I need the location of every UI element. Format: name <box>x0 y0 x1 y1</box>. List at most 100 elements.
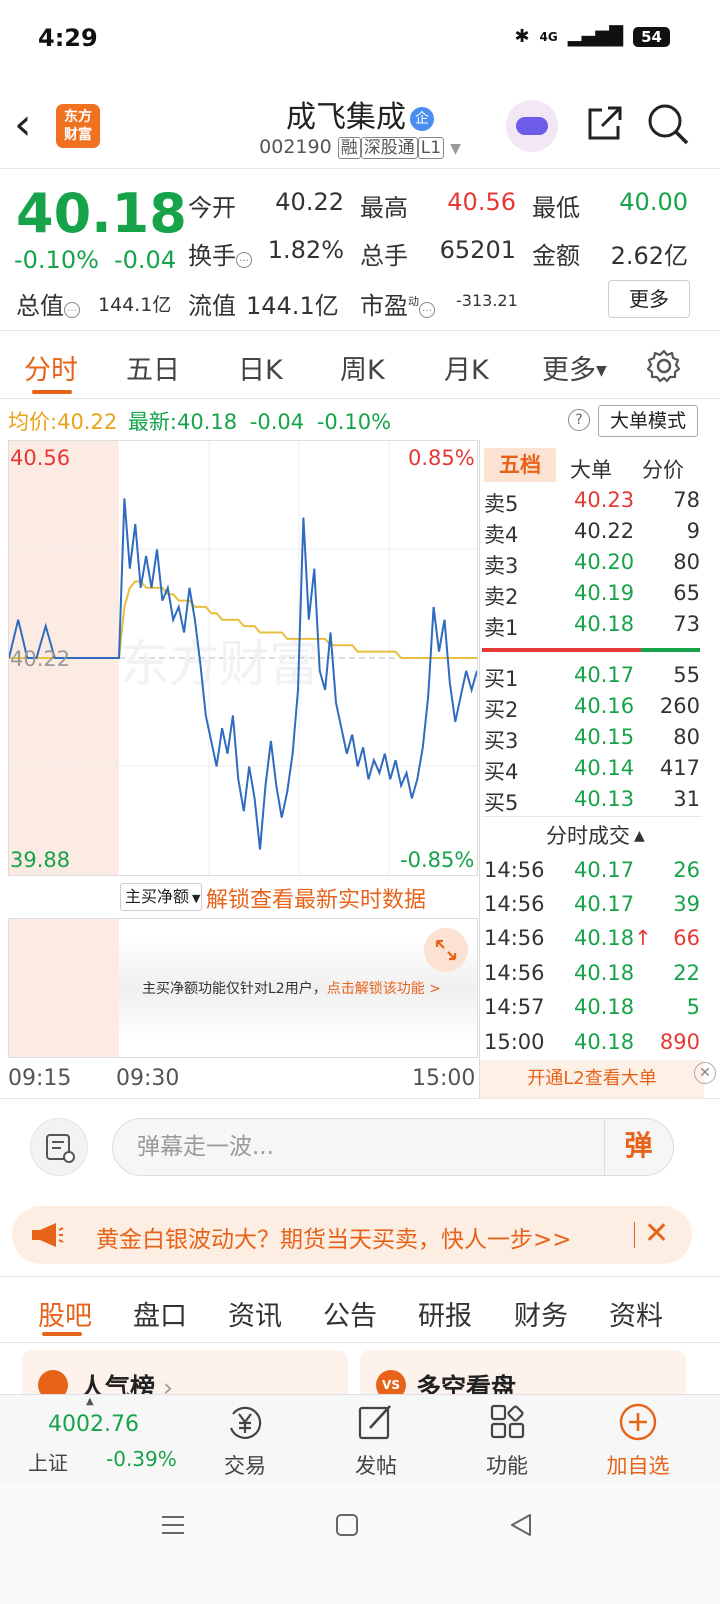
ask-row: 卖3 40.20 80 <box>484 550 700 578</box>
tab-weekly-k[interactable]: 周K <box>340 348 385 387</box>
time-label-end: 15:00 <box>412 1066 476 1091</box>
unlock-link[interactable]: 解锁查看最新实时数据 <box>206 882 426 914</box>
float-label: 流值 <box>188 292 236 320</box>
tab-profile[interactable]: 资料 <box>609 1294 663 1333</box>
tab-forum[interactable]: 股吧 <box>38 1294 92 1333</box>
system-nav-bar <box>0 1482 720 1604</box>
pre-market-band <box>9 919 119 1057</box>
volume-label: 总手 <box>360 242 408 270</box>
divider <box>482 816 702 817</box>
tag-connect: 深股通 <box>360 137 418 159</box>
more-button[interactable]: 更多 <box>608 280 690 318</box>
tag-level: L1 <box>417 137 445 159</box>
caret-up-icon: ▲ <box>86 1396 94 1407</box>
avg-price: 40.22 <box>57 410 118 434</box>
tab-announcements[interactable]: 公告 <box>323 1294 377 1333</box>
pe-label: 市盈动… <box>360 286 435 321</box>
danmu-input[interactable]: 弹幕走一波... <box>112 1118 674 1176</box>
change-percent: -0.10% <box>14 246 99 274</box>
caret-down-icon: ▼ <box>450 141 461 157</box>
tab-intraday[interactable]: 分时 <box>24 348 78 387</box>
divider <box>0 168 720 169</box>
l2-message: 主买净额功能仅针对L2用户，点击解锁该功能 > <box>142 981 441 997</box>
tab-handicap[interactable]: 盘口 <box>133 1294 187 1333</box>
tab-news[interactable]: 资讯 <box>228 1294 282 1333</box>
tab-big-orders[interactable]: 大单 <box>570 454 612 484</box>
y-max-label: 40.56 <box>10 446 71 470</box>
up-arrow-icon: ↑ <box>634 926 652 950</box>
latest-pct: -0.10% <box>316 410 392 434</box>
functions-grid-icon[interactable] <box>488 1402 528 1442</box>
nav-add-watchlist[interactable]: 加自选 <box>588 1450 688 1480</box>
share-icon[interactable] <box>584 104 624 144</box>
home-icon[interactable] <box>334 1512 360 1538</box>
assistant-robot-icon[interactable] <box>506 100 558 152</box>
bluetooth-icon: ✱ <box>514 26 530 47</box>
l2-unlock-link[interactable]: 点击解锁该功能 > <box>327 981 441 997</box>
float-value: 144.1亿 <box>246 292 339 320</box>
danmu-toggle-button[interactable]: 弹 <box>604 1119 672 1175</box>
indicator-select[interactable]: 主买净额 ▼ <box>120 883 202 911</box>
index-value[interactable]: 4002.76 <box>48 1412 139 1437</box>
tab-monthly-k[interactable]: 月K <box>444 348 489 387</box>
back-nav-icon[interactable] <box>508 1512 534 1538</box>
tab-5day[interactable]: 五日 <box>126 348 180 387</box>
pct-max-label: 0.85% <box>408 446 475 470</box>
trades-header[interactable]: 分时成交 ▲ <box>546 820 645 850</box>
megaphone-icon <box>32 1223 64 1247</box>
trade-yen-icon[interactable] <box>225 1402 265 1442</box>
status-icons: ✱ 4G ▂▄▆█ 54 <box>514 26 670 47</box>
index-change[interactable]: -0.39% <box>106 1447 177 1471</box>
l2-upgrade-banner[interactable]: 开通L2查看大单 <box>480 1060 704 1098</box>
tab-more[interactable]: 更多▼ <box>542 348 607 387</box>
change-amount: -0.04 <box>114 246 177 274</box>
menu-icon[interactable] <box>160 1512 186 1538</box>
bull-bear-card[interactable] <box>360 1350 686 1396</box>
intraday-chart-svg: 东方财富 <box>9 441 477 875</box>
popularity-card[interactable] <box>22 1350 348 1396</box>
index-name[interactable]: 上证 <box>28 1447 68 1476</box>
close-icon[interactable]: ✕ <box>694 1062 716 1084</box>
bid-row: 买3 40.15 80 <box>484 725 700 753</box>
close-icon[interactable]: ✕ <box>644 1218 669 1250</box>
enterprise-badge: 企 <box>410 107 434 131</box>
danmu-settings-icon[interactable] <box>30 1118 88 1176</box>
divider <box>0 1276 720 1277</box>
intraday-chart[interactable]: 东方财富 <box>8 440 478 876</box>
tab-underline <box>42 1332 82 1336</box>
info-dots-icon[interactable]: … <box>236 252 252 268</box>
tab-research[interactable]: 研报 <box>418 1294 472 1333</box>
divider <box>479 440 480 1098</box>
tab-finance[interactable]: 财务 <box>514 1294 568 1333</box>
turnover-value: 1.82% <box>267 236 344 264</box>
add-watchlist-icon[interactable] <box>618 1402 658 1442</box>
mktcap-label: 总值… <box>16 286 80 321</box>
settings-gear-icon[interactable] <box>646 348 682 384</box>
ask-row: 卖2 40.19 65 <box>484 581 700 609</box>
tab-daily-k[interactable]: 日K <box>238 348 283 387</box>
y-min-label: 39.88 <box>10 848 71 872</box>
info-dots-icon[interactable]: … <box>419 302 435 318</box>
post-edit-icon[interactable] <box>356 1402 396 1442</box>
search-icon[interactable] <box>646 102 690 146</box>
divider <box>0 1342 720 1343</box>
divider <box>0 1098 720 1099</box>
info-dots-icon[interactable]: … <box>64 302 80 318</box>
promo-text[interactable]: 黄金白银波动大？期货当天买卖，快人一步>> <box>96 1220 572 1254</box>
bid-row: 买5 40.13 31 <box>484 787 700 815</box>
nav-post[interactable]: 发帖 <box>326 1450 426 1480</box>
tag-margin: 融 <box>337 137 361 159</box>
big-order-mode-button[interactable]: 大单模式 <box>598 405 698 437</box>
caret-down-icon: ▼ <box>192 892 201 905</box>
latest-change: -0.04 <box>249 410 305 434</box>
nav-trade[interactable]: 交易 <box>195 1450 295 1480</box>
tab-level5[interactable]: 五档 <box>484 448 556 482</box>
latest-price: 40.18 <box>176 410 238 434</box>
expand-icon[interactable] <box>424 928 468 972</box>
pe-value: -313.21 <box>456 291 518 310</box>
tab-price-dist[interactable]: 分价 <box>642 454 684 484</box>
nav-functions[interactable]: 功能 <box>457 1450 557 1480</box>
divider <box>0 330 720 331</box>
help-icon[interactable]: ? <box>568 409 590 431</box>
ask-row: 卖1 40.18 73 <box>484 612 700 640</box>
